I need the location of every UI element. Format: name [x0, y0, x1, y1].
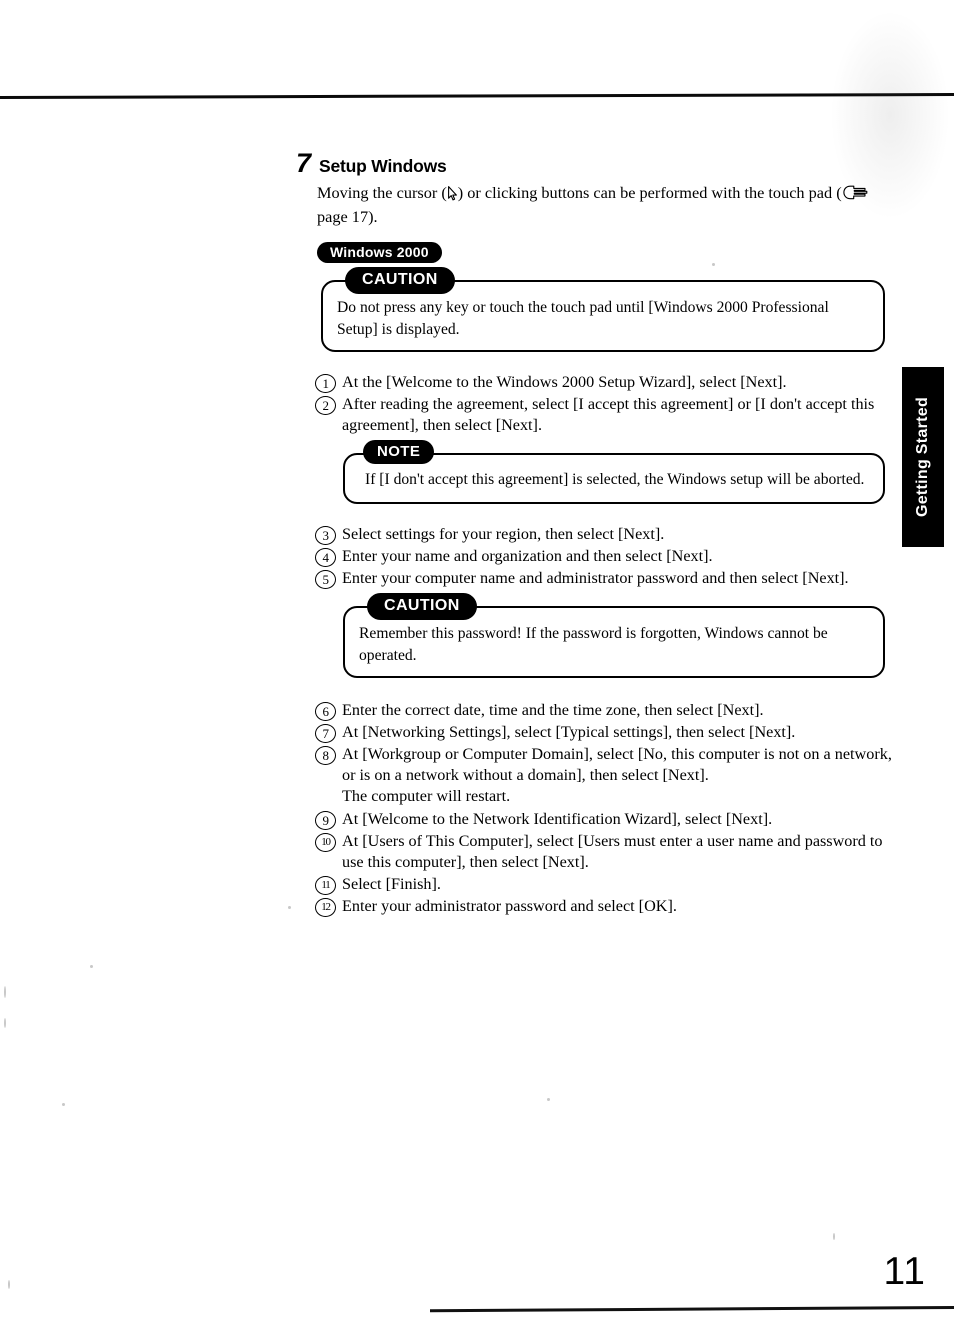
step-marker: 4	[315, 548, 336, 568]
step-text: At [Welcome to the Network Identificatio…	[342, 809, 773, 828]
step-marker: 12	[315, 897, 336, 917]
list-item: 4 Enter your name and organization and t…	[315, 546, 896, 568]
manual-page: 7 Setup Windows Moving the cursor ( ) or …	[0, 0, 954, 1322]
list-item: 5 Enter your computer name and administr…	[315, 568, 896, 590]
step-text: At [Workgroup or Computer Domain], selec…	[342, 744, 896, 807]
list-item: 2 After reading the agreement, select [I…	[315, 394, 896, 436]
list-item: 9 At [Welcome to the Network Identificat…	[315, 809, 896, 830]
steps-group-a: 1 At the [Welcome to the Windows 2000 Se…	[315, 372, 896, 436]
step-marker: 3	[315, 525, 336, 545]
mouse-pointer-icon	[447, 186, 458, 201]
step-text: Enter your administrator password and se…	[342, 896, 677, 915]
list-item: 3 Select settings for your region, then …	[315, 524, 896, 545]
page-title: Setup Windows	[319, 156, 447, 176]
step-text: Enter your computer name and administrat…	[342, 569, 849, 588]
side-tab-label: Getting Started	[914, 396, 931, 518]
intro-text-before: Moving the cursor (	[317, 183, 447, 202]
step-text: Enter your name and organization and the…	[342, 547, 713, 566]
section-number: 7	[296, 148, 311, 178]
scan-speck	[4, 986, 6, 998]
scan-speck	[62, 1103, 65, 1106]
pointing-hand-icon	[842, 184, 868, 201]
scan-speck	[547, 1098, 550, 1101]
caution-box-1: CAUTION Do not press any key or touch th…	[321, 267, 885, 353]
step-text: Select settings for your region, then se…	[342, 524, 665, 543]
step-text: After reading the agreement, select [I a…	[342, 395, 875, 435]
step-marker: 11	[315, 875, 336, 895]
step-text: Select [Finish].	[342, 874, 441, 893]
step-marker: 7	[315, 724, 336, 744]
step-text: At the [Welcome to the Windows 2000 Setu…	[342, 373, 787, 392]
list-item: 1 At the [Welcome to the Windows 2000 Se…	[315, 372, 896, 394]
note-tag: NOTE	[363, 440, 435, 465]
intro-text-after: page 17).	[317, 206, 378, 226]
footer-rule	[430, 1306, 954, 1313]
list-item: 7 At [Networking Settings], select [Typi…	[315, 722, 896, 744]
page-number: 11	[883, 1250, 926, 1293]
step-text: At [Users of This Computer], select [Use…	[342, 831, 883, 871]
list-item: 6 Enter the correct date, time and the t…	[315, 700, 896, 722]
step-marker: 6	[315, 702, 336, 722]
step-text: At [Networking Settings], select [Typica…	[342, 723, 796, 742]
list-item: 12 Enter your administrator password and…	[315, 896, 896, 917]
caution-box-2: CAUTION Remember this password! If the p…	[343, 593, 885, 679]
step-marker: 8	[315, 746, 336, 766]
caution-tag: CAUTION	[367, 593, 477, 621]
caution-tag: CAUTION	[345, 267, 455, 295]
scan-speck	[833, 1233, 835, 1240]
intro-text-middle: ) or clicking buttons can be performed w…	[457, 183, 842, 202]
note-box-1: NOTE If [I don't accept this agreement] …	[343, 440, 885, 504]
steps-group-b: 3 Select settings for your region, then …	[315, 524, 896, 590]
scan-speck	[90, 965, 93, 968]
section-side-tab: Getting Started	[902, 367, 944, 547]
step-text-continuation: The computer will restart.	[342, 787, 511, 806]
step-marker: 9	[315, 810, 336, 830]
step-text: Enter the correct date, time and the tim…	[342, 701, 764, 720]
scan-speck	[8, 1280, 10, 1289]
step-marker: 2	[315, 396, 336, 416]
scan-speck	[4, 1018, 6, 1028]
os-badge: Windows 2000	[317, 242, 442, 264]
step-marker: 5	[315, 570, 336, 590]
page-content: 7 Setup Windows Moving the cursor ( ) or …	[296, 150, 896, 918]
step-marker: 10	[315, 832, 336, 852]
intro-paragraph: Moving the cursor ( ) or clicking buttons…	[317, 181, 902, 228]
scan-speck	[288, 906, 291, 909]
step-text-main: At [Workgroup or Computer Domain], selec…	[342, 745, 892, 785]
step-marker: 1	[315, 374, 336, 394]
section-heading: 7 Setup Windows	[296, 150, 896, 177]
list-item: 8 At [Workgroup or Computer Domain], sel…	[315, 744, 896, 807]
list-item: 11 Select [Finish].	[315, 874, 896, 895]
list-item: 10 At [Users of This Computer], select […	[315, 831, 896, 873]
header-rule	[0, 93, 954, 99]
steps-group-c: 6 Enter the correct date, time and the t…	[315, 700, 896, 917]
